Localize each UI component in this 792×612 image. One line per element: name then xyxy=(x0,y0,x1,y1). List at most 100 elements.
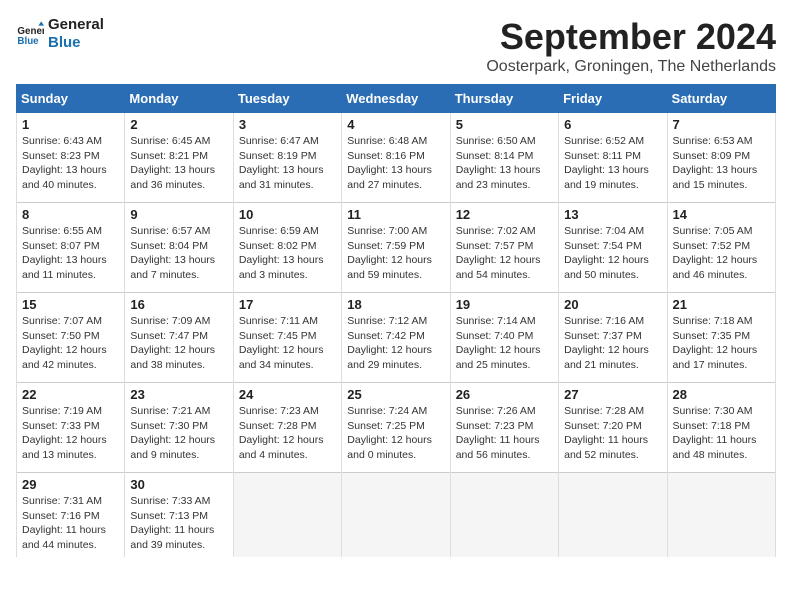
day-info: Sunrise: 7:09 AM Sunset: 7:47 PM Dayligh… xyxy=(130,314,227,373)
calendar-cell: 21 Sunrise: 7:18 AM Sunset: 7:35 PM Dayli… xyxy=(667,293,775,383)
day-info: Sunrise: 6:52 AM Sunset: 8:11 PM Dayligh… xyxy=(564,134,661,193)
day-number: 29 xyxy=(22,477,119,492)
day-number: 8 xyxy=(22,207,119,222)
day-number: 20 xyxy=(564,297,661,312)
calendar-header-row: SundayMondayTuesdayWednesdayThursdayFrid… xyxy=(17,85,776,113)
day-number: 6 xyxy=(564,117,661,132)
calendar-cell xyxy=(667,473,775,557)
day-info: Sunrise: 7:24 AM Sunset: 7:25 PM Dayligh… xyxy=(347,404,444,463)
calendar-cell: 4 Sunrise: 6:48 AM Sunset: 8:16 PM Daylig… xyxy=(342,113,450,203)
day-info: Sunrise: 7:30 AM Sunset: 7:18 PM Dayligh… xyxy=(673,404,770,463)
calendar-cell: 15 Sunrise: 7:07 AM Sunset: 7:50 PM Dayli… xyxy=(17,293,125,383)
calendar-cell: 19Sunrise: 7:14 AM Sunset: 7:40 PM Dayli… xyxy=(450,293,558,383)
calendar-cell: 9 Sunrise: 6:57 AM Sunset: 8:04 PM Daylig… xyxy=(125,203,233,293)
header-wednesday: Wednesday xyxy=(342,85,450,113)
day-number: 27 xyxy=(564,387,661,402)
logo-text-line2: Blue xyxy=(48,34,104,52)
day-number: 7 xyxy=(673,117,770,132)
header-tuesday: Tuesday xyxy=(233,85,341,113)
header-sunday: Sunday xyxy=(17,85,125,113)
day-number: 15 xyxy=(22,297,119,312)
header-saturday: Saturday xyxy=(667,85,775,113)
day-info: Sunrise: 7:07 AM Sunset: 7:50 PM Dayligh… xyxy=(22,314,119,373)
day-info: Sunrise: 7:11 AM Sunset: 7:45 PM Dayligh… xyxy=(239,314,336,373)
day-info: Sunrise: 7:12 AM Sunset: 7:42 PM Dayligh… xyxy=(347,314,444,373)
logo-text-line1: General xyxy=(48,16,104,34)
day-info: Sunrise: 6:43 AM Sunset: 8:23 PM Dayligh… xyxy=(22,134,119,193)
calendar-cell: 22 Sunrise: 7:19 AM Sunset: 7:33 PM Dayli… xyxy=(17,383,125,473)
day-info: Sunrise: 6:57 AM Sunset: 8:04 PM Dayligh… xyxy=(130,224,227,283)
calendar-cell: 27 Sunrise: 7:28 AM Sunset: 7:20 PM Dayli… xyxy=(559,383,667,473)
logo-icon: General Blue xyxy=(16,20,44,48)
day-number: 11 xyxy=(347,207,444,222)
day-number: 28 xyxy=(673,387,770,402)
day-info: Sunrise: 7:00 AM Sunset: 7:59 PM Dayligh… xyxy=(347,224,444,283)
day-number: 12 xyxy=(456,207,553,222)
title-area: September 2024 Oosterpark, Groningen, Th… xyxy=(486,16,776,76)
day-number: 18 xyxy=(347,297,444,312)
day-info: Sunrise: 6:45 AM Sunset: 8:21 PM Dayligh… xyxy=(130,134,227,193)
day-number: 10 xyxy=(239,207,336,222)
day-info: Sunrise: 7:16 AM Sunset: 7:37 PM Dayligh… xyxy=(564,314,661,373)
day-info: Sunrise: 7:26 AM Sunset: 7:23 PM Dayligh… xyxy=(456,404,553,463)
day-info: Sunrise: 7:33 AM Sunset: 7:13 PM Dayligh… xyxy=(130,494,227,553)
calendar-cell: 13Sunrise: 7:04 AM Sunset: 7:54 PM Dayli… xyxy=(559,203,667,293)
day-info: Sunrise: 7:02 AM Sunset: 7:57 PM Dayligh… xyxy=(456,224,553,283)
week-row-3: 15 Sunrise: 7:07 AM Sunset: 7:50 PM Dayli… xyxy=(17,293,776,383)
calendar-cell: 8 Sunrise: 6:55 AM Sunset: 8:07 PM Daylig… xyxy=(17,203,125,293)
day-info: Sunrise: 6:48 AM Sunset: 8:16 PM Dayligh… xyxy=(347,134,444,193)
day-number: 21 xyxy=(673,297,770,312)
location-title: Oosterpark, Groningen, The Netherlands xyxy=(486,58,776,76)
day-info: Sunrise: 7:18 AM Sunset: 7:35 PM Dayligh… xyxy=(673,314,770,373)
calendar-cell: 16 Sunrise: 7:09 AM Sunset: 7:47 PM Dayli… xyxy=(125,293,233,383)
day-number: 5 xyxy=(456,117,553,132)
calendar-cell: 20 Sunrise: 7:16 AM Sunset: 7:37 PM Dayli… xyxy=(559,293,667,383)
calendar-cell: 10 Sunrise: 6:59 AM Sunset: 8:02 PM Dayli… xyxy=(233,203,341,293)
page-header: General Blue General Blue September 2024… xyxy=(16,16,776,76)
calendar-cell xyxy=(233,473,341,557)
week-row-5: 29 Sunrise: 7:31 AM Sunset: 7:16 PM Dayli… xyxy=(17,473,776,557)
day-number: 22 xyxy=(22,387,119,402)
calendar-cell: 3 Sunrise: 6:47 AM Sunset: 8:19 PM Daylig… xyxy=(233,113,341,203)
calendar-cell: 29 Sunrise: 7:31 AM Sunset: 7:16 PM Dayli… xyxy=(17,473,125,557)
day-number: 9 xyxy=(130,207,227,222)
calendar-cell: 5 Sunrise: 6:50 AM Sunset: 8:14 PM Daylig… xyxy=(450,113,558,203)
day-number: 16 xyxy=(130,297,227,312)
calendar-table: SundayMondayTuesdayWednesdayThursdayFrid… xyxy=(16,84,776,557)
day-number: 26 xyxy=(456,387,553,402)
calendar-cell: 1 Sunrise: 6:43 AM Sunset: 8:23 PM Daylig… xyxy=(17,113,125,203)
day-info: Sunrise: 6:50 AM Sunset: 8:14 PM Dayligh… xyxy=(456,134,553,193)
calendar-cell: 23Sunrise: 7:21 AM Sunset: 7:30 PM Dayli… xyxy=(125,383,233,473)
calendar-cell xyxy=(450,473,558,557)
day-info: Sunrise: 6:47 AM Sunset: 8:19 PM Dayligh… xyxy=(239,134,336,193)
day-number: 4 xyxy=(347,117,444,132)
header-monday: Monday xyxy=(125,85,233,113)
calendar-cell: 28 Sunrise: 7:30 AM Sunset: 7:18 PM Dayli… xyxy=(667,383,775,473)
day-info: Sunrise: 7:05 AM Sunset: 7:52 PM Dayligh… xyxy=(673,224,770,283)
day-info: Sunrise: 6:53 AM Sunset: 8:09 PM Dayligh… xyxy=(673,134,770,193)
day-info: Sunrise: 6:55 AM Sunset: 8:07 PM Dayligh… xyxy=(22,224,119,283)
day-info: Sunrise: 7:28 AM Sunset: 7:20 PM Dayligh… xyxy=(564,404,661,463)
week-row-2: 8 Sunrise: 6:55 AM Sunset: 8:07 PM Daylig… xyxy=(17,203,776,293)
day-number: 24 xyxy=(239,387,336,402)
logo: General Blue General Blue xyxy=(16,16,104,52)
day-info: Sunrise: 7:31 AM Sunset: 7:16 PM Dayligh… xyxy=(22,494,119,553)
calendar-cell: 26 Sunrise: 7:26 AM Sunset: 7:23 PM Dayli… xyxy=(450,383,558,473)
day-info: Sunrise: 7:21 AM Sunset: 7:30 PM Dayligh… xyxy=(130,404,227,463)
week-row-4: 22 Sunrise: 7:19 AM Sunset: 7:33 PM Dayli… xyxy=(17,383,776,473)
calendar-cell: 30Sunrise: 7:33 AM Sunset: 7:13 PM Dayli… xyxy=(125,473,233,557)
calendar-cell: 12 Sunrise: 7:02 AM Sunset: 7:57 PM Dayli… xyxy=(450,203,558,293)
day-number: 1 xyxy=(22,117,119,132)
day-number: 3 xyxy=(239,117,336,132)
calendar-cell xyxy=(559,473,667,557)
svg-text:Blue: Blue xyxy=(17,36,39,47)
day-number: 2 xyxy=(130,117,227,132)
week-row-1: 1 Sunrise: 6:43 AM Sunset: 8:23 PM Daylig… xyxy=(17,113,776,203)
day-info: Sunrise: 7:19 AM Sunset: 7:33 PM Dayligh… xyxy=(22,404,119,463)
day-info: Sunrise: 6:59 AM Sunset: 8:02 PM Dayligh… xyxy=(239,224,336,283)
calendar-cell xyxy=(342,473,450,557)
calendar-cell: 7 Sunrise: 6:53 AM Sunset: 8:09 PM Daylig… xyxy=(667,113,775,203)
day-number: 13 xyxy=(564,207,661,222)
calendar-cell: 2 Sunrise: 6:45 AM Sunset: 8:21 PM Daylig… xyxy=(125,113,233,203)
day-number: 17 xyxy=(239,297,336,312)
